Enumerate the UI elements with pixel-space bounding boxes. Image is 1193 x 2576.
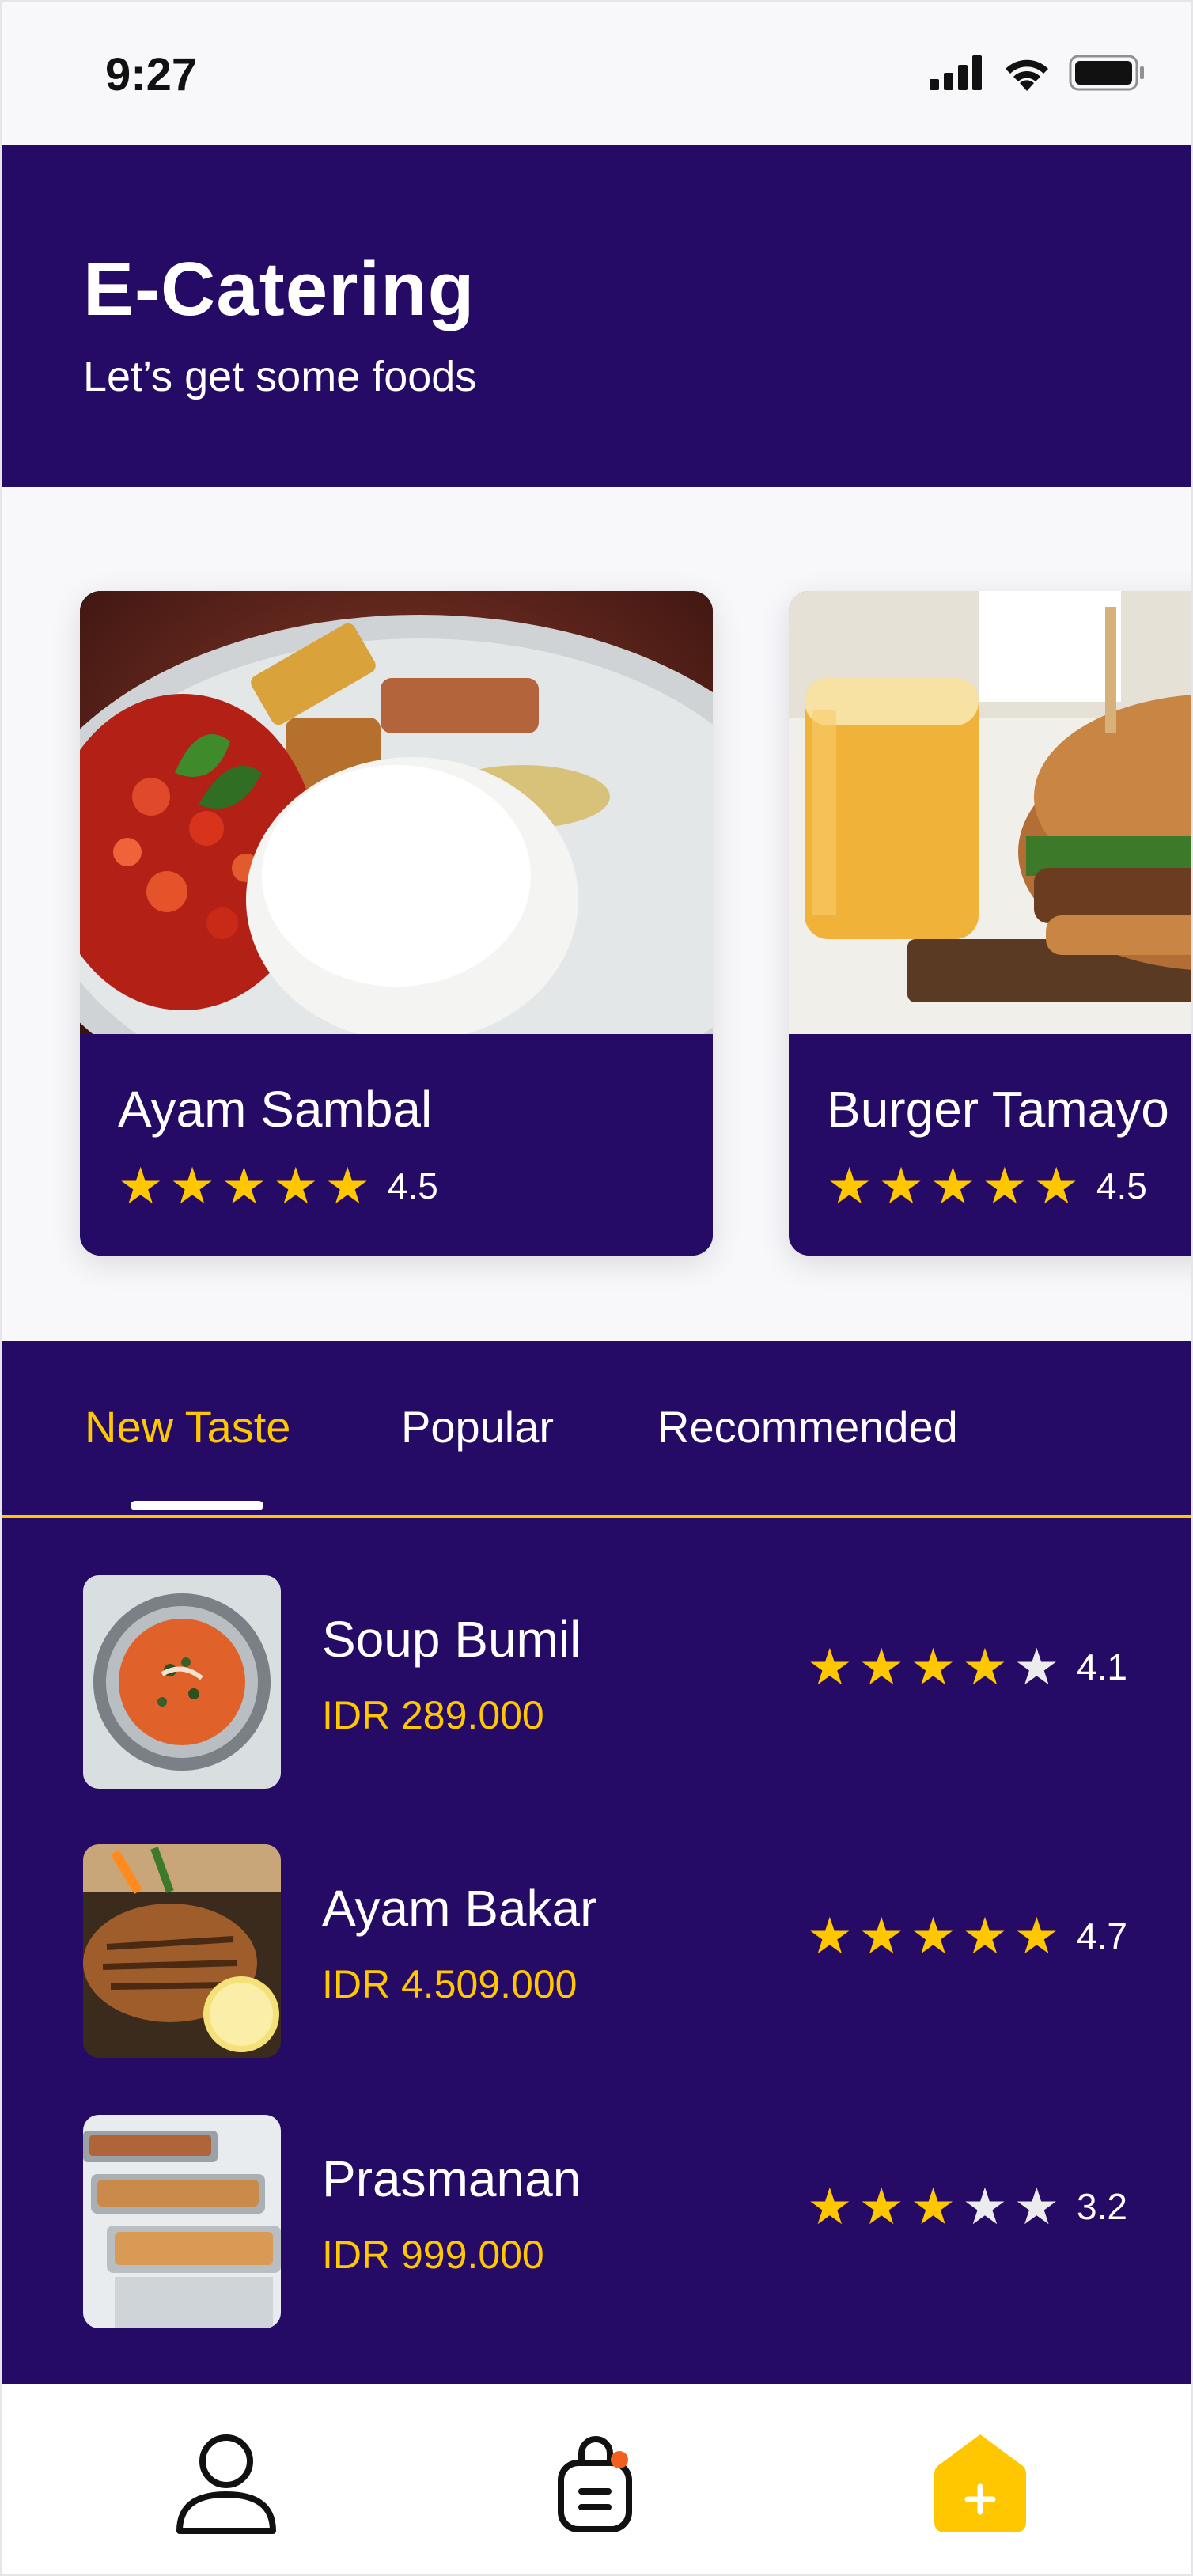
rating-stars: ★ ★ ★ ★ ★ 4.1 (807, 1642, 1127, 1692)
star-filled-icon: ★ (118, 1157, 164, 1214)
star-filled-icon: ★ (982, 1157, 1028, 1214)
food-price: IDR 289.000 (322, 1693, 544, 1737)
featured-card-name: Ayam Sambal (118, 1081, 433, 1138)
rating-value: 4.5 (1096, 1165, 1147, 1207)
star-filled-icon: ★ (807, 1638, 853, 1695)
app-header: E-Catering Let’s get some foods (2, 145, 1191, 487)
tab-bar: New Taste Popular Recommended (2, 1341, 1191, 1518)
bottom-nav (2, 2384, 1191, 2574)
star-filled-icon: ★ (962, 1907, 1008, 1964)
food-list-panel: New Taste Popular Recommended Soup Bumil… (2, 1341, 1191, 2384)
featured-card-info: Ayam Sambal ★ ★ ★ ★ ★ 4.5 (80, 1034, 713, 1256)
food-price: IDR 999.000 (322, 2233, 544, 2277)
rating-value: 4.1 (1077, 1646, 1127, 1688)
star-filled-icon: ★ (324, 1157, 370, 1214)
food-name: Soup Bumil (322, 1611, 581, 1668)
list-item[interactable]: Soup Bumil IDR 289.000 ★ ★ ★ ★ ★ 4.1 (83, 1575, 1127, 1789)
list-item[interactable]: Prasmanan IDR 999.000 ★ ★ ★ ★ ★ 3.2 (83, 2115, 1127, 2328)
rating-value: 4.5 (387, 1165, 438, 1207)
star-empty-icon: ★ (962, 2178, 1008, 2235)
tab-recommended[interactable]: Recommended (657, 1401, 958, 1453)
food-photo-ayam-sambal (80, 591, 713, 1034)
status-icons (930, 55, 1145, 91)
rating-value: 4.7 (1077, 1915, 1127, 1957)
page-subtitle: Let’s get some foods (83, 353, 477, 400)
featured-card-info: Burger Tamayo ★ ★ ★ ★ ★ 4.5 (789, 1034, 1191, 1256)
star-filled-icon: ★ (807, 1907, 853, 1964)
food-photo-burger-tamayo (789, 591, 1191, 1034)
tab-new-taste[interactable]: New Taste (85, 1401, 290, 1453)
star-filled-icon: ★ (930, 1157, 976, 1214)
signal-icon (930, 55, 982, 90)
tab-indicator (131, 1501, 263, 1510)
star-filled-icon: ★ (962, 1638, 1008, 1695)
add-home-icon[interactable] (934, 2431, 1026, 2532)
star-empty-icon: ★ (1013, 2178, 1060, 2235)
food-thumb-ayam-bakar (83, 1844, 281, 2058)
rating-stars: ★ ★ ★ ★ ★ 4.7 (807, 1911, 1127, 1961)
featured-card[interactable]: Burger Tamayo ★ ★ ★ ★ ★ 4.5 (789, 591, 1191, 1256)
food-name: Prasmanan (322, 2150, 581, 2207)
rating-value: 3.2 (1077, 2186, 1127, 2227)
profile-icon[interactable] (175, 2431, 278, 2536)
rating-stars: ★ ★ ★ ★ ★ 4.5 (827, 1161, 1147, 1211)
wifi-icon (1006, 59, 1048, 91)
star-filled-icon: ★ (1013, 1907, 1060, 1964)
featured-card[interactable]: Ayam Sambal ★ ★ ★ ★ ★ 4.5 (80, 591, 713, 1256)
star-filled-icon: ★ (169, 1157, 215, 1214)
status-bar: 9:27 (2, 2, 1191, 145)
food-price: IDR 4.509.000 (322, 1962, 578, 2006)
food-thumb-soup-bumil (83, 1575, 281, 1789)
star-filled-icon: ★ (807, 2178, 853, 2235)
food-name: Ayam Bakar (322, 1880, 597, 1937)
star-filled-icon: ★ (1033, 1157, 1079, 1214)
page-title: E-Catering (83, 247, 475, 331)
star-filled-icon: ★ (910, 1638, 956, 1695)
rating-stars: ★ ★ ★ ★ ★ 4.5 (118, 1161, 438, 1211)
star-filled-icon: ★ (273, 1157, 319, 1214)
star-filled-icon: ★ (878, 1157, 924, 1214)
star-filled-icon: ★ (858, 1907, 904, 1964)
list-item[interactable]: Ayam Bakar IDR 4.509.000 ★ ★ ★ ★ ★ 4.7 (83, 1844, 1127, 2058)
shopping-bag-icon[interactable] (556, 2431, 635, 2534)
star-filled-icon: ★ (221, 1157, 267, 1214)
star-filled-icon: ★ (858, 1638, 904, 1695)
star-filled-icon: ★ (858, 2178, 904, 2235)
star-filled-icon: ★ (827, 1157, 873, 1214)
food-thumb-prasmanan (83, 2115, 281, 2328)
star-filled-icon: ★ (910, 2178, 956, 2235)
status-time: 9:27 (105, 49, 198, 100)
battery-icon (1069, 55, 1144, 91)
tab-popular[interactable]: Popular (401, 1401, 554, 1453)
featured-card-name: Burger Tamayo (827, 1081, 1169, 1138)
star-empty-icon: ★ (1013, 1638, 1060, 1695)
featured-carousel[interactable]: Ayam Sambal ★ ★ ★ ★ ★ 4.5 Burger Tamayo … (2, 487, 1191, 1341)
star-filled-icon: ★ (910, 1907, 956, 1964)
app-screen: 9:27 E-Catering Let’s get some foods Aya… (0, 0, 1193, 2576)
rating-stars: ★ ★ ★ ★ ★ 3.2 (807, 2181, 1127, 2232)
